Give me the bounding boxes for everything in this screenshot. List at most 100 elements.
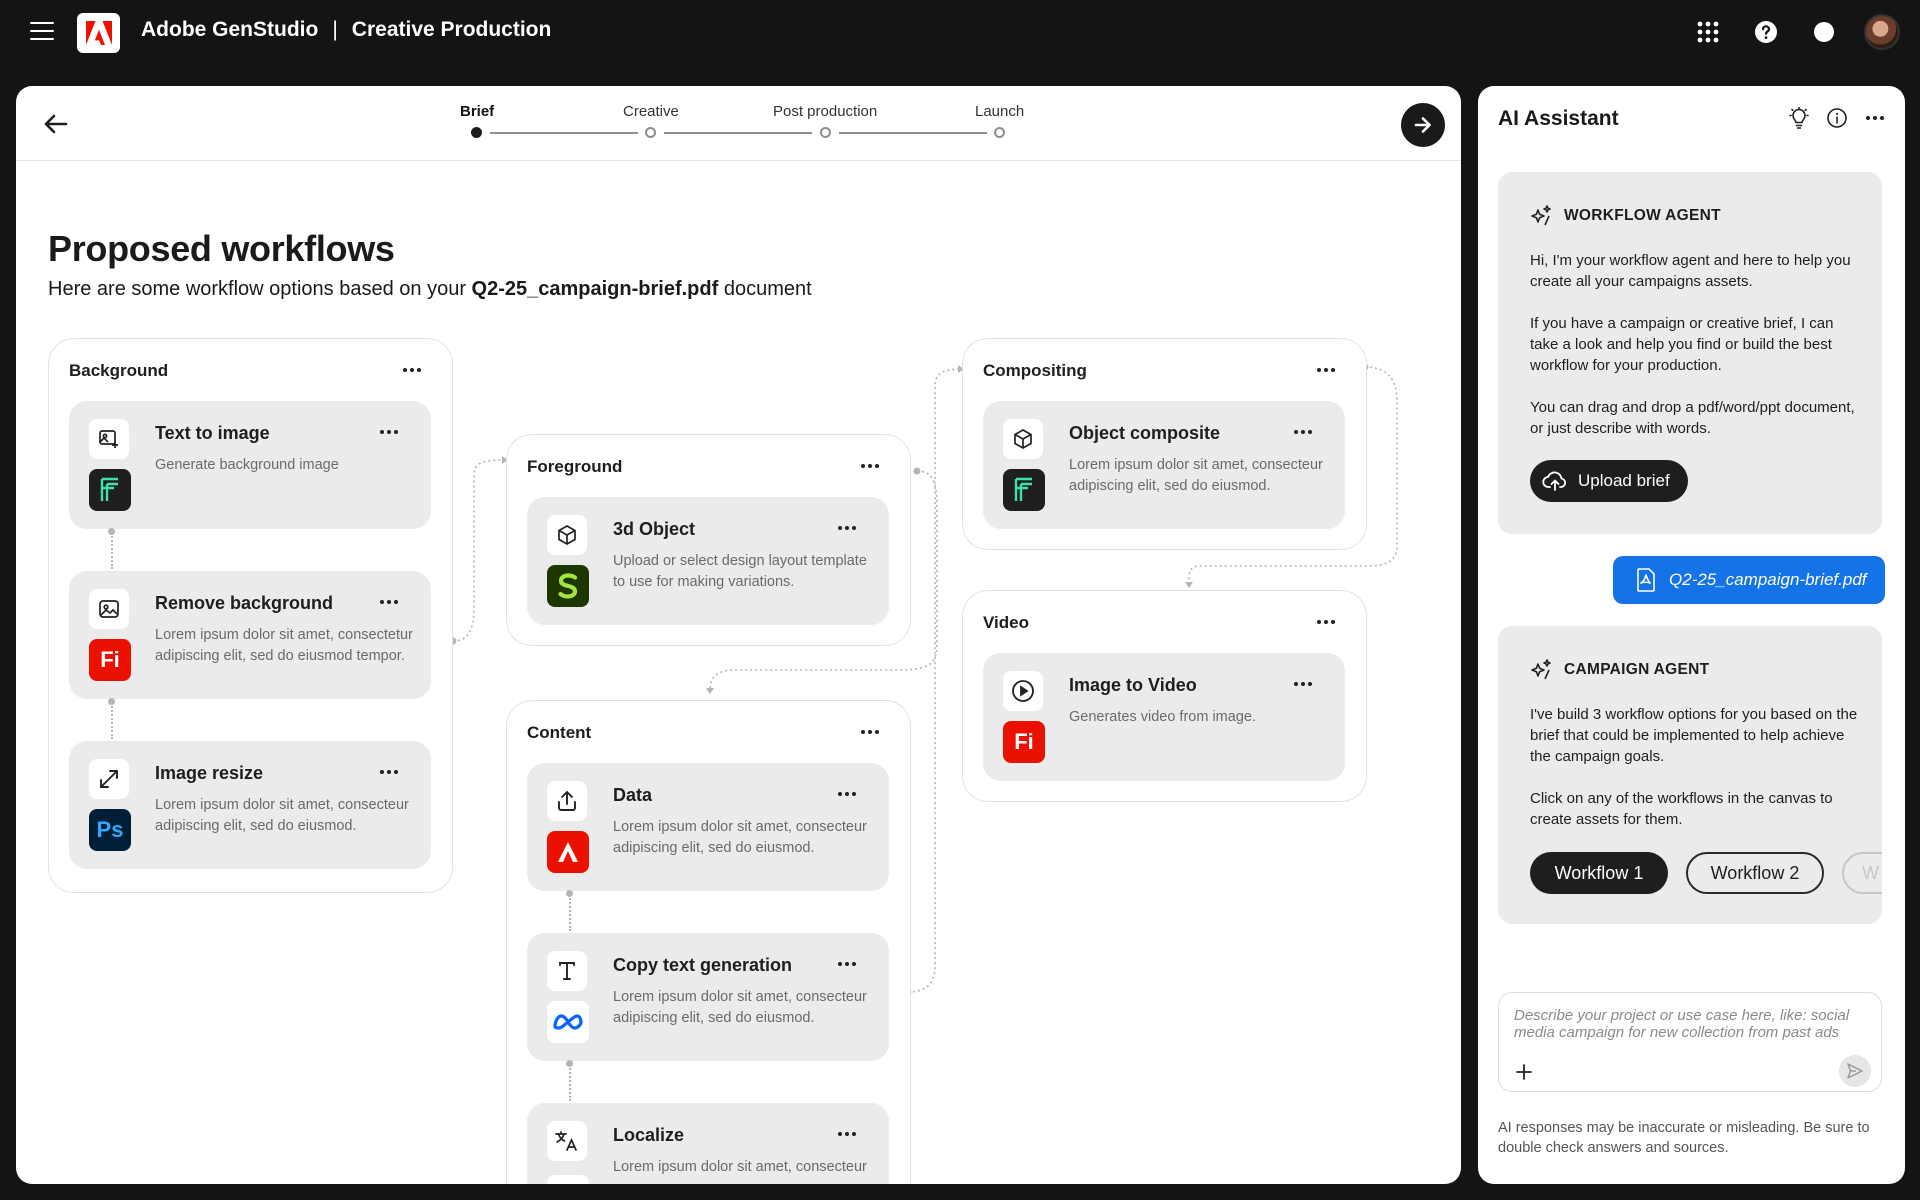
next-step-button[interactable]	[1401, 103, 1445, 147]
ai-disclaimer: AI responses may be inaccurate or mislea…	[1498, 1120, 1870, 1156]
group-video[interactable]: Video Fi Image to Video Generates video …	[962, 590, 1367, 802]
translate-icon	[547, 1121, 587, 1161]
send-button[interactable]	[1839, 1055, 1871, 1087]
more-options-icon[interactable]	[1291, 425, 1315, 439]
workflow-canvas: Brief Creative Post production Launch Pr…	[16, 86, 1461, 1184]
adobe-logo[interactable]	[77, 13, 120, 53]
brief-filename: Q2-25_campaign-brief.pdf	[471, 278, 719, 300]
step-dot-post-production	[820, 127, 831, 138]
group-title: Background	[69, 361, 169, 380]
help-icon[interactable]	[1748, 14, 1784, 50]
card-localize[interactable]: Localize Lorem ipsum dolor sit amet, con…	[527, 1103, 889, 1184]
fi-app-icon: Fi	[1003, 721, 1045, 763]
more-options-icon[interactable]	[1291, 677, 1315, 691]
plus-icon[interactable]	[1513, 1061, 1535, 1083]
group-foreground[interactable]: Foreground 3d Object Upload or select de…	[506, 434, 911, 646]
card-description: Lorem ipsum dolor sit amet, consecteur	[613, 1159, 867, 1175]
upload-brief-button[interactable]: Upload brief	[1530, 460, 1688, 502]
prompt-input[interactable]: Describe your project or use case here, …	[1498, 992, 1882, 1092]
card-3d-object[interactable]: 3d Object Upload or select design layout…	[527, 497, 889, 625]
campaign-agent-message: CAMPAIGN AGENT I've build 3 workflow opt…	[1498, 626, 1882, 924]
more-options-icon[interactable]	[377, 425, 401, 439]
card-object-composite[interactable]: Object composite Lorem ipsum dolor sit a…	[983, 401, 1345, 529]
workflow-3-button[interactable]: W	[1842, 852, 1882, 894]
card-title: Localize	[613, 1125, 685, 1145]
card-title: Data	[613, 785, 653, 805]
substance-app-icon	[547, 565, 589, 607]
connector-dot	[108, 698, 115, 705]
card-image-to-video[interactable]: Fi Image to Video Generates video from i…	[983, 653, 1345, 781]
workflow-1-button[interactable]: Workflow 1	[1530, 852, 1668, 894]
page-subtitle: Here are some workflow options based on …	[48, 278, 812, 301]
connector-dot	[108, 528, 115, 535]
card-title: Copy text generation	[613, 955, 793, 975]
agent-paragraph: If you have a campaign or creative brief…	[1530, 315, 1834, 374]
cloud-upload-icon	[1542, 471, 1567, 491]
card-connector	[111, 699, 113, 739]
more-options-icon[interactable]	[1314, 615, 1338, 629]
card-data[interactable]: Data Lorem ipsum dolor sit amet, consect…	[527, 763, 889, 891]
card-image-resize[interactable]: Ps Image resize Lorem ipsum dolor sit am…	[69, 741, 431, 869]
fi-app-icon: Fi	[89, 639, 131, 681]
step-brief[interactable]: Brief	[460, 103, 494, 120]
group-content[interactable]: Content Data Lorem ipsum dolor sit amet,…	[506, 700, 911, 1184]
card-connector	[111, 529, 113, 569]
more-options-icon[interactable]	[858, 725, 882, 739]
group-compositing[interactable]: Compositing Object composite Lorem ipsum…	[962, 338, 1367, 550]
step-creative[interactable]: Creative	[623, 103, 679, 120]
title-separator: |	[332, 18, 338, 41]
workflow-agent-message: WORKFLOW AGENT Hi, I'm your workflow age…	[1498, 172, 1882, 534]
acrobat-app-icon	[547, 831, 589, 873]
step-launch[interactable]: Launch	[975, 103, 1024, 120]
workflow-2-button[interactable]: Workflow 2	[1686, 852, 1824, 894]
card-description: Lorem ipsum dolor sit amet, consectetur …	[155, 627, 413, 664]
avatar[interactable]	[1864, 14, 1900, 50]
more-options-icon[interactable]	[377, 765, 401, 779]
card-description: Upload or select design layout template …	[613, 553, 867, 590]
card-title: Text to image	[155, 423, 270, 443]
step-line	[664, 132, 812, 134]
card-title: Image resize	[155, 763, 264, 783]
agent-paragraph: Hi, I'm your workflow agent and here to …	[1530, 252, 1851, 290]
group-title: Foreground	[527, 457, 623, 476]
step-post-production[interactable]: Post production	[773, 103, 877, 120]
group-title: Content	[527, 723, 592, 742]
back-arrow-icon[interactable]	[40, 108, 72, 140]
agent-sparkle-icon	[1531, 205, 1551, 226]
subtitle-suffix: document	[718, 278, 812, 300]
more-options-icon[interactable]	[377, 595, 401, 609]
card-text-to-image[interactable]: Text to image Generate background image	[69, 401, 431, 529]
more-options-icon[interactable]	[400, 363, 424, 377]
text-to-image-icon	[89, 419, 129, 459]
apps-grid-icon[interactable]	[1690, 14, 1726, 50]
firefly-app-icon	[1003, 469, 1045, 511]
card-title: Image to Video	[1069, 675, 1197, 695]
card-copy-text-generation[interactable]: Copy text generation Lorem ipsum dolor s…	[527, 933, 889, 1061]
more-options-icon[interactable]	[1863, 106, 1887, 130]
more-options-icon[interactable]	[858, 459, 882, 473]
pdf-file-icon	[1637, 568, 1655, 592]
uploaded-file-attachment[interactable]: Q2-25_campaign-brief.pdf	[1613, 556, 1885, 604]
lightbulb-icon[interactable]	[1787, 106, 1811, 130]
step-dot-creative	[645, 127, 656, 138]
group-background[interactable]: Background Text to image Generate backgr…	[48, 338, 453, 893]
file-name: Q2-25_campaign-brief.pdf	[1669, 570, 1867, 589]
more-options-icon[interactable]	[835, 787, 859, 801]
section-name: Creative Production	[351, 18, 552, 41]
firefly-app-icon	[89, 469, 131, 511]
card-remove-background[interactable]: Fi Remove background Lorem ipsum dolor s…	[69, 571, 431, 699]
app-badge-text: Fi	[100, 647, 120, 672]
menu-icon[interactable]	[30, 22, 54, 42]
app-header: Adobe GenStudio | Creative Production	[0, 0, 1920, 66]
step-dot-brief	[471, 127, 482, 138]
more-options-icon[interactable]	[835, 521, 859, 535]
more-options-icon[interactable]	[835, 957, 859, 971]
info-icon[interactable]	[1825, 106, 1849, 130]
card-title: Object composite	[1069, 423, 1221, 443]
ai-assistant-panel: AI Assistant WORKFLOW AGENT Hi, I'm your…	[1478, 86, 1905, 1184]
notification-icon[interactable]	[1806, 14, 1842, 50]
upload-icon	[547, 781, 587, 821]
more-options-icon[interactable]	[1314, 363, 1338, 377]
card-connector	[569, 891, 571, 931]
more-options-icon[interactable]	[835, 1127, 859, 1141]
